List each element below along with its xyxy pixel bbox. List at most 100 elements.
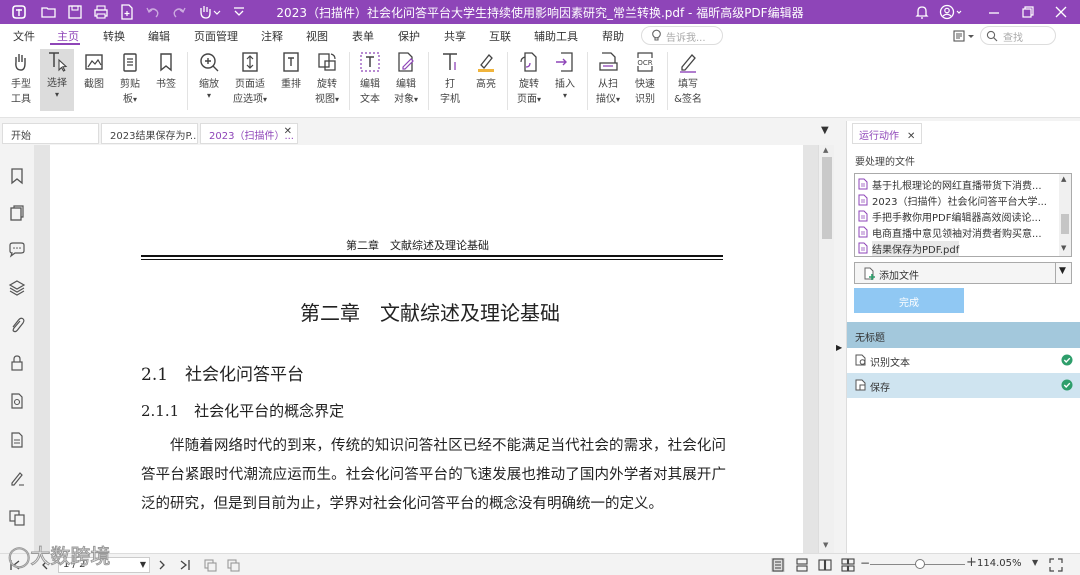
fill-sign-button[interactable]: 填写 &签名 xyxy=(671,50,705,107)
scrollbar-thumb[interactable] xyxy=(1061,214,1069,234)
zoom-button[interactable]: 缩放 ▾ xyxy=(192,50,226,100)
page-dropdown-icon[interactable]: ▼ xyxy=(140,560,146,569)
ribbon-separator xyxy=(507,52,508,110)
menu-form[interactable]: 表单 xyxy=(352,28,374,44)
menu-accessibility[interactable]: 辅助工具 xyxy=(534,28,578,44)
document-viewer[interactable]: 第二章 文献综述及理论基础 第二章 文献综述及理论基础 2.1 社会化问答平台 … xyxy=(34,145,818,553)
zoom-slider-handle[interactable] xyxy=(915,559,925,569)
menu-comment[interactable]: 注释 xyxy=(261,28,283,44)
document-vertical-scrollbar[interactable]: ▲ ▼ xyxy=(818,145,834,553)
continuous-view-icon[interactable] xyxy=(795,558,809,572)
fullscreen-icon[interactable] xyxy=(1049,558,1063,572)
fit-page-button[interactable]: 页面适 应选项▾ xyxy=(228,50,272,107)
scroll-up-arrow-icon[interactable]: ▲ xyxy=(1061,175,1066,183)
last-page-icon[interactable] xyxy=(178,558,192,572)
list-item[interactable]: 电商直播中意见领袖对消费者购买意... xyxy=(858,223,1058,240)
scrollbar-thumb[interactable] xyxy=(822,157,832,239)
list-item[interactable]: 2023（扫描件）社会化问答平台大学... xyxy=(858,191,1058,208)
layers-panel-icon[interactable] xyxy=(8,279,26,297)
menu-convert[interactable]: 转换 xyxy=(103,28,125,44)
tab-document-1[interactable]: 2023结果保存为P... xyxy=(101,123,198,144)
action-item-save[interactable]: 保存 xyxy=(847,373,1080,398)
single-page-view-icon[interactable] xyxy=(771,558,785,572)
scroll-up-arrow-icon[interactable]: ▲ xyxy=(823,146,828,154)
pdf-file-icon xyxy=(858,178,868,190)
insert-dropdown-arrow[interactable]: ▾ xyxy=(548,92,582,100)
signatures-panel-icon[interactable] xyxy=(8,392,26,410)
menu-view[interactable]: 视图 xyxy=(306,28,328,44)
menu-edit[interactable]: 编辑 xyxy=(148,28,170,44)
scroll-down-arrow-icon[interactable]: ▼ xyxy=(1061,244,1066,252)
scanner-button[interactable]: 从扫 描仪▾ xyxy=(591,50,625,107)
scroll-down-arrow-icon[interactable]: ▼ xyxy=(823,541,828,549)
continuous-facing-view-icon[interactable] xyxy=(841,558,855,572)
action-group-header[interactable]: 无标题 xyxy=(847,322,1080,348)
typewriter-button[interactable]: 打 字机 xyxy=(433,50,467,107)
file-list-scrollbar[interactable]: ▲ ▼ xyxy=(1059,174,1071,256)
zoom-in-icon[interactable]: + xyxy=(966,555,977,570)
attachments-panel-icon[interactable] xyxy=(8,316,26,334)
previous-view-icon[interactable] xyxy=(203,558,217,572)
collapse-right-panel-arrow-icon[interactable]: ▶ xyxy=(836,343,842,352)
search-options-icon[interactable] xyxy=(953,29,977,43)
facing-view-icon[interactable] xyxy=(818,558,832,572)
bookmarks-panel-icon[interactable] xyxy=(8,167,26,185)
menu-organize[interactable]: 页面管理 xyxy=(194,28,238,44)
menu-home[interactable]: 主页 xyxy=(57,28,79,44)
minimize-icon[interactable] xyxy=(985,3,1003,21)
tab-list-dropdown-icon[interactable]: ▼ xyxy=(821,125,829,136)
insert-button[interactable]: 插入 ▾ xyxy=(548,50,582,100)
rotate-view-button[interactable]: 旋转 视图▾ xyxy=(310,50,344,107)
quick-ocr-button[interactable]: OCR 快速 识别 xyxy=(628,50,662,107)
menu-connect[interactable]: 互联 xyxy=(489,28,511,44)
next-view-icon[interactable] xyxy=(226,558,240,572)
menu-file[interactable]: 文件 xyxy=(13,28,35,44)
tab-start[interactable]: 开始 xyxy=(2,123,99,144)
list-item[interactable]: 手把手教你用PDF编辑器高效阅读论... xyxy=(858,207,1058,224)
compare-panel-icon[interactable] xyxy=(8,509,26,527)
add-file-button[interactable]: 添加文件 ▼ xyxy=(854,262,1072,284)
highlight-label: 高亮 xyxy=(476,79,496,90)
edit-text-button[interactable]: 编辑 文本 xyxy=(353,50,387,107)
panel-close-icon[interactable]: ✕ xyxy=(907,131,915,142)
list-item[interactable]: 结果保存为PDF.pdf xyxy=(858,239,1058,256)
edit-object-button[interactable]: 编辑 对象▾ xyxy=(389,50,423,107)
comments-panel-icon[interactable] xyxy=(8,241,26,259)
file-list[interactable]: 基于扎根理论的网红直播带货下消费... 2023（扫描件）社会化问答平台大学..… xyxy=(854,173,1072,257)
clipboard-button[interactable]: 剪贴 板▾ xyxy=(113,50,147,107)
done-button[interactable]: 完成 xyxy=(854,288,964,313)
content-panel-icon[interactable] xyxy=(8,431,26,449)
menu-protect[interactable]: 保护 xyxy=(398,28,420,44)
hand-tool-button[interactable]: 手型 工具 xyxy=(4,50,38,107)
reflow-button[interactable]: 重排 xyxy=(274,50,308,92)
zoom-dropdown-icon[interactable]: ▼ xyxy=(1032,558,1038,567)
select-dropdown-arrow[interactable]: ▾ xyxy=(40,91,74,99)
run-action-tab[interactable]: 运行动作 ✕ xyxy=(852,123,923,144)
select-tool-button[interactable]: 选择 ▾ xyxy=(40,49,74,111)
bookmark-button[interactable]: 书签 xyxy=(149,50,183,92)
tab-close-icon[interactable]: ✕ xyxy=(284,126,292,137)
right-panel-toggle[interactable]: ▶ xyxy=(834,121,846,553)
security-panel-icon[interactable] xyxy=(8,354,26,372)
restore-icon[interactable] xyxy=(1019,3,1037,21)
action-item-recognize-text[interactable]: 识别文本 xyxy=(847,348,1080,373)
zoom-dropdown-arrow[interactable]: ▾ xyxy=(192,92,226,100)
ocr-icon: OCR xyxy=(633,50,657,74)
add-file-dropdown[interactable]: ▼ xyxy=(1055,263,1071,283)
highlight-button[interactable]: 高亮 xyxy=(469,50,503,92)
menu-help[interactable]: 帮助 xyxy=(602,28,624,44)
list-item[interactable]: 基于扎根理论的网红直播带货下消费... xyxy=(858,175,1058,192)
next-page-icon[interactable] xyxy=(155,558,169,572)
close-icon[interactable] xyxy=(1052,3,1070,21)
zoom-level-value[interactable]: 114.05% xyxy=(977,558,1022,569)
rotate-page-button[interactable]: 旋转 页面▾ xyxy=(512,50,546,107)
zoom-out-icon[interactable]: − xyxy=(860,556,870,570)
snapshot-button[interactable]: 截图 xyxy=(77,50,111,92)
menu-share[interactable]: 共享 xyxy=(444,28,466,44)
pages-panel-icon[interactable] xyxy=(8,204,26,222)
tab-document-2[interactable]: 2023（扫描件）... ✕ xyxy=(200,123,298,144)
header-rule-thin xyxy=(141,259,723,260)
account-icon[interactable] xyxy=(938,3,964,21)
fill-sign-panel-icon[interactable] xyxy=(8,470,26,488)
notification-bell-icon[interactable] xyxy=(913,3,931,21)
